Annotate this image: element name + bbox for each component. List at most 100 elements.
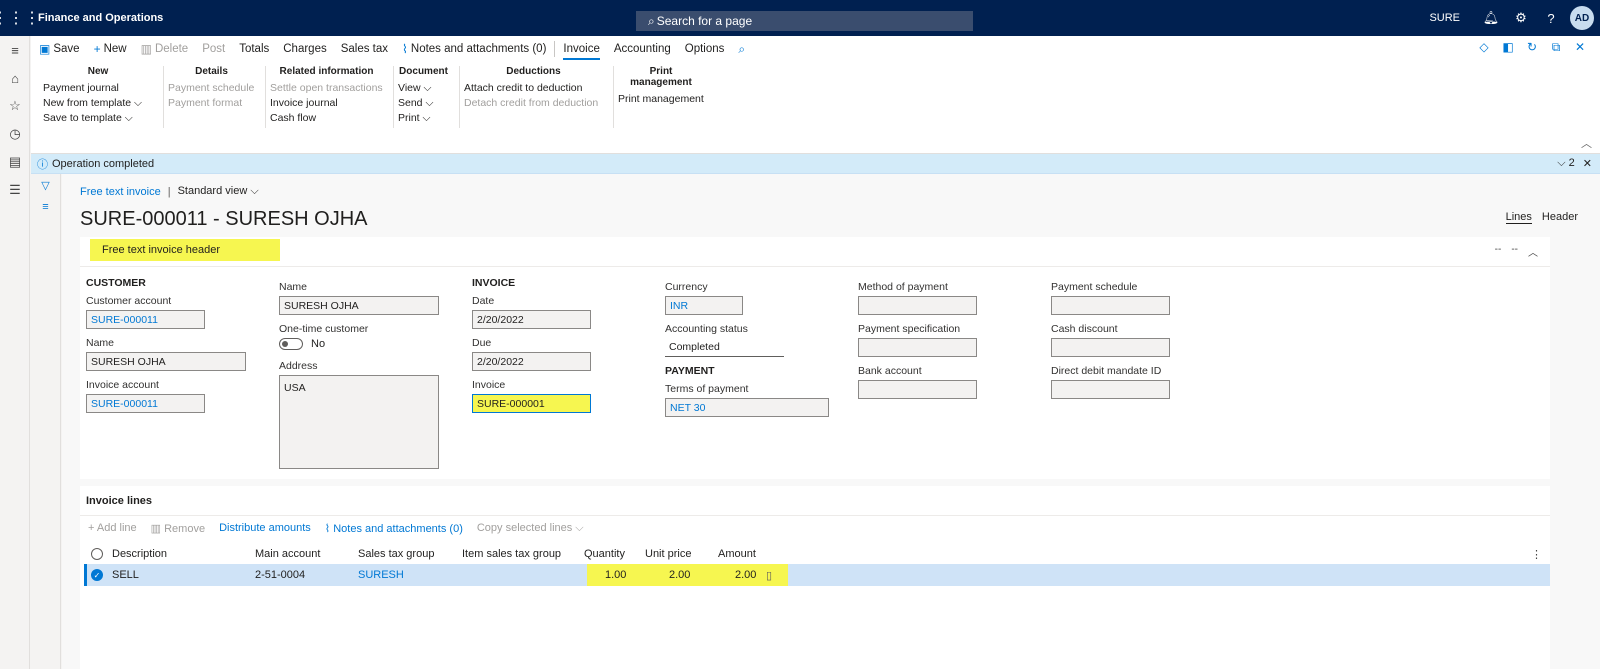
add-line-button[interactable]: + Add line [88, 522, 137, 535]
name-field[interactable]: SURESH OJHA [279, 296, 439, 315]
accounting-status-field[interactable]: Completed [665, 338, 784, 357]
col-quantity[interactable]: Quantity [584, 548, 625, 560]
sales-tax-button[interactable]: Sales tax [341, 43, 388, 55]
col-sales-tax-group[interactable]: Sales tax group [358, 548, 434, 560]
payment-format-button[interactable]: Payment format [168, 96, 255, 111]
grid-options-icon[interactable]: ⋮ [1531, 548, 1542, 561]
close-message-icon[interactable]: ✕ [1583, 157, 1592, 170]
hamburger-icon[interactable]: ≡ [0, 36, 30, 64]
print-management-button[interactable]: Print management [618, 92, 704, 107]
favorites-icon[interactable]: ☆ [0, 92, 30, 120]
select-all-checkbox[interactable] [91, 548, 103, 560]
col-unit-price[interactable]: Unit price [645, 548, 691, 560]
cash-flow-button[interactable]: Cash flow [270, 111, 383, 126]
delete-button[interactable]: ▥ Delete [141, 42, 189, 56]
cell-quantity[interactable]: 1.00 [605, 569, 626, 581]
post-button[interactable]: Post [202, 43, 225, 55]
app-launcher-icon[interactable]: ⋮⋮⋮ [0, 0, 40, 36]
payment-specification-field[interactable] [858, 338, 977, 357]
tab-options[interactable]: Options [685, 43, 725, 55]
refresh-icon[interactable]: ↻ [1520, 40, 1544, 55]
close-icon[interactable]: ✕ [1568, 40, 1592, 55]
charges-button[interactable]: Charges [283, 43, 326, 55]
invoice-number-field[interactable]: SURE-000001 [472, 394, 591, 413]
company-picker[interactable]: SURE [1429, 12, 1460, 24]
search-input[interactable]: ⌕ Search for a page [636, 11, 973, 31]
cell-sales-tax-group[interactable]: SURESH [358, 569, 404, 581]
detach-credit-button[interactable]: Detach credit from deduction [464, 96, 603, 111]
new-button[interactable]: + New [94, 42, 127, 56]
cell-unit-price[interactable]: 2.00 [669, 569, 690, 581]
payment-journal-button[interactable]: Payment journal [43, 81, 153, 96]
office-icon[interactable]: ◧ [1496, 40, 1520, 55]
action-search-icon[interactable]: ⌕ [738, 42, 748, 57]
due-field[interactable]: 2/20/2022 [472, 352, 591, 371]
customer-name-field[interactable]: SURESH OJHA [86, 352, 246, 371]
document-icon[interactable]: ▯ [766, 569, 772, 582]
bell-icon[interactable]: 🔔︎ [1476, 10, 1506, 26]
app-title[interactable]: Finance and Operations [38, 12, 163, 24]
diamond-icon[interactable]: ◇ [1472, 40, 1496, 55]
collapse-action-pane-icon[interactable]: ︿ [1581, 135, 1592, 151]
direct-debit-mandate-field[interactable] [1051, 380, 1170, 399]
tab-accounting[interactable]: Accounting [614, 43, 671, 55]
help-icon[interactable]: ? [1536, 11, 1566, 26]
expand-messages-button[interactable]: ⌵ 2 [1557, 157, 1575, 170]
avatar[interactable]: AD [1570, 6, 1594, 30]
notes-button[interactable]: ⌇ Notes and attachments (0) [402, 42, 546, 56]
copy-selected-lines-button[interactable]: Copy selected lines ⌵ [477, 522, 584, 535]
col-main-account[interactable]: Main account [255, 548, 320, 560]
totals-button[interactable]: Totals [239, 43, 269, 55]
view-button[interactable]: View ⌵ [398, 81, 449, 96]
send-button[interactable]: Send ⌵ [398, 96, 449, 111]
distribute-amounts-button[interactable]: Distribute amounts [219, 522, 311, 535]
bank-account-field[interactable] [858, 380, 977, 399]
payment-schedule-button[interactable]: Payment schedule [168, 81, 255, 96]
popout-icon[interactable]: ⧉ [1544, 40, 1568, 55]
onetime-customer-toggle[interactable] [279, 338, 303, 350]
remove-line-button[interactable]: ▥ Remove [151, 522, 205, 535]
date-field[interactable]: 2/20/2022 [472, 310, 591, 329]
invoice-account-field[interactable]: SURE-000011 [86, 394, 205, 413]
customer-account-field[interactable]: SURE-000011 [86, 310, 205, 329]
workspaces-icon[interactable]: ▤ [0, 148, 30, 176]
col-item-sales-tax-group[interactable]: Item sales tax group [462, 548, 561, 560]
new-from-template-button[interactable]: New from template ⌵ [43, 96, 153, 111]
invoice-journal-button[interactable]: Invoice journal [270, 96, 383, 111]
settle-open-transactions-button[interactable]: Settle open transactions [270, 81, 383, 96]
address-field[interactable]: USA [279, 375, 439, 469]
table-row[interactable]: ✓ SELL 2-51-0004 SURESH 1.00 2.00 2.00 ▯ [84, 564, 1550, 586]
currency-field[interactable]: INR [665, 296, 743, 315]
print-button[interactable]: Print ⌵ [398, 111, 449, 126]
method-of-payment-field[interactable] [858, 296, 977, 315]
col-description[interactable]: Description [112, 548, 167, 560]
header-view-button[interactable]: Header [1542, 211, 1578, 224]
col-amount[interactable]: Amount [718, 548, 756, 560]
cash-discount-field[interactable] [1051, 338, 1170, 357]
save-button[interactable]: ▣ Save [39, 42, 80, 56]
cell-description[interactable]: SELL [112, 569, 139, 581]
view-selector[interactable]: Standard view ⌵ [178, 185, 259, 198]
terms-of-payment-field[interactable]: NET 30 [665, 398, 829, 417]
payment-schedule-field[interactable] [1051, 296, 1170, 315]
lines-notes-button[interactable]: ⌇ Notes and attachments (0) [325, 522, 463, 535]
cell-main-account[interactable]: 2-51-0004 [255, 569, 305, 581]
attach-credit-button[interactable]: Attach credit to deduction [464, 81, 603, 96]
invoice-lines-fasttab[interactable]: Invoice lines [80, 486, 1550, 516]
chevron-up-icon[interactable]: ︿ [1528, 244, 1538, 259]
cell-amount[interactable]: 2.00 [735, 569, 756, 581]
modules-icon[interactable]: ☰ [0, 176, 30, 204]
tab-invoice[interactable]: Invoice [563, 38, 600, 60]
save-to-template-button[interactable]: Save to template ⌵ [43, 111, 153, 126]
home-icon[interactable]: ⌂ [0, 64, 30, 92]
list-icon[interactable]: ≡ [31, 196, 60, 218]
gear-icon[interactable]: ⚙ [1506, 10, 1536, 26]
fasttab-summary-icon[interactable]: -- [1495, 244, 1502, 259]
filter-icon[interactable]: ▽ [31, 174, 60, 196]
breadcrumb-link[interactable]: Free text invoice [80, 186, 161, 198]
recent-icon[interactable]: ◷ [0, 120, 30, 148]
lines-view-button[interactable]: Lines [1505, 211, 1532, 224]
fasttab-summary-icon-2[interactable]: -- [1511, 244, 1518, 259]
header-fasttab[interactable]: Free text invoice header -- -- ︿ [80, 237, 1550, 267]
row-checkbox[interactable]: ✓ [91, 569, 103, 581]
